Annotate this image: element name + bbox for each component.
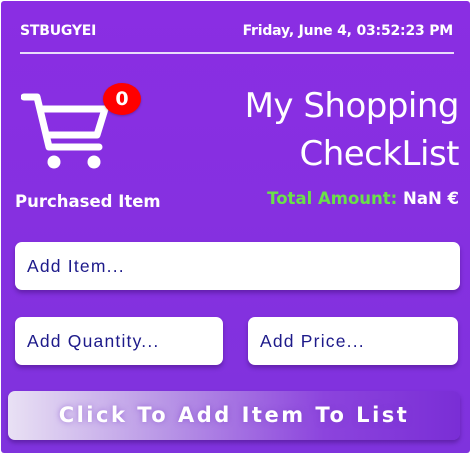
cart-count-badge: 0 bbox=[103, 83, 141, 115]
total-amount: Total Amount: NaN € bbox=[267, 189, 459, 208]
add-item-button[interactable]: Click To Add Item To List bbox=[8, 391, 460, 440]
total-amount-value: NaN € bbox=[403, 189, 459, 208]
add-price-input[interactable]: Add Price... bbox=[248, 317, 458, 365]
add-item-input[interactable]: Add Item... bbox=[15, 242, 460, 290]
header-divider bbox=[20, 52, 454, 54]
current-datetime: Friday, June 4, 03:52:23 PM bbox=[242, 23, 454, 39]
add-quantity-input[interactable]: Add Quantity... bbox=[15, 317, 223, 365]
title-line-2: CheckList bbox=[299, 134, 459, 174]
shopping-cart-icon bbox=[21, 93, 109, 169]
cart-widget[interactable]: 0 bbox=[21, 83, 141, 173]
title-line-1: My Shopping bbox=[244, 86, 460, 126]
top-bar: STBUGYEI Friday, June 4, 03:52:23 PM bbox=[20, 23, 453, 43]
shopping-checklist-app: STBUGYEI Friday, June 4, 03:52:23 PM 0 P… bbox=[1, 1, 470, 453]
purchased-item-label: Purchased Item bbox=[15, 192, 161, 211]
brand-name: STBUGYEI bbox=[20, 23, 97, 39]
page-title: My Shopping CheckList bbox=[199, 82, 460, 178]
total-amount-label: Total Amount: bbox=[267, 189, 398, 208]
